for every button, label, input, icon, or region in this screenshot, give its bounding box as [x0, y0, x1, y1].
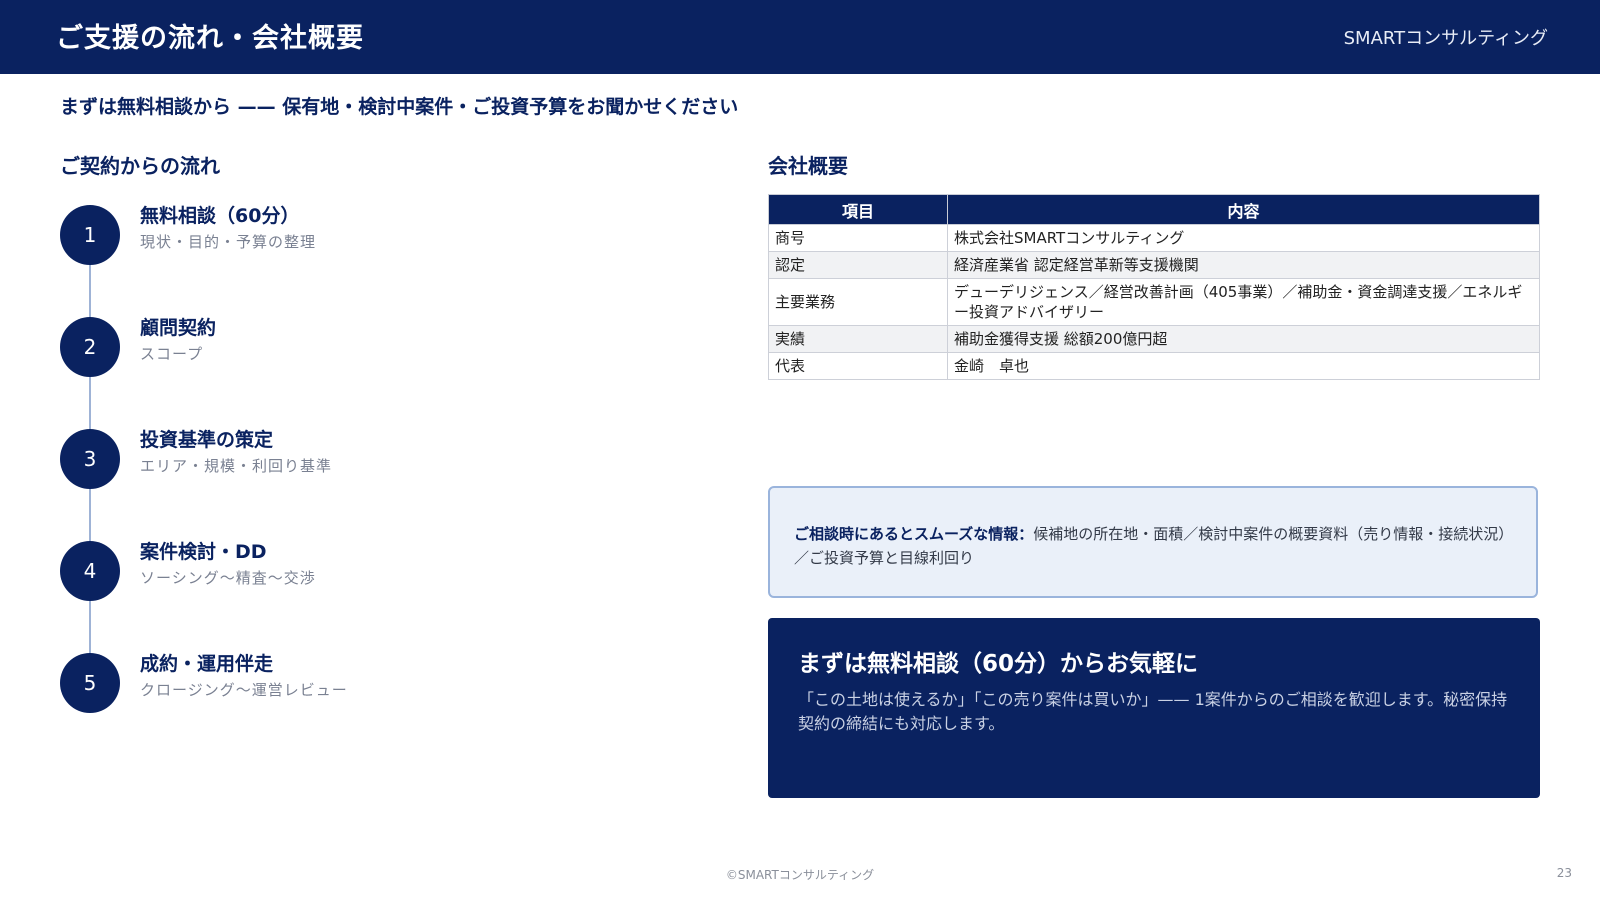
row-value: 金崎 卓也: [947, 352, 1540, 380]
step-number-badge: 3: [60, 429, 120, 489]
slide-subtitle: まずは無料相談から —— 保有地・検討中案件・ご投資予算をお聞かせください: [60, 96, 739, 118]
row-key: 商号: [768, 224, 948, 252]
row-key: 代表: [768, 352, 948, 380]
table-row: 認定 経済産業省 認定経営革新等支援機関: [768, 251, 1540, 279]
row-value: 補助金獲得支援 総額200億円超: [947, 325, 1540, 353]
step-title: 成約・運用伴走: [140, 653, 274, 675]
step-number-badge: 5: [60, 653, 120, 713]
brand-name: SMARTコンサルティング: [1343, 28, 1548, 49]
flow-section-title: ご契約からの流れ: [60, 154, 220, 178]
table-row: 代表 金崎 卓也: [768, 352, 1540, 380]
flow-step: 2 顧問契約 スコープ: [60, 317, 700, 379]
slide-header: ご支援の流れ・会社概要 SMARTコンサルティング: [0, 0, 1600, 74]
info-text: ご相談時にあるとスムーズな情報：候補地の所在地・面積／検討中案件の概要資料（売り…: [794, 522, 1514, 570]
step-number-badge: 4: [60, 541, 120, 601]
table-header-row: 項目 内容: [768, 194, 1540, 225]
cta-panel: まずは無料相談（60分）からお気軽に 「この土地は使えるか」「この売り案件は買い…: [768, 618, 1540, 798]
page-number: 23: [1556, 866, 1572, 880]
table-row: 実績 補助金獲得支援 総額200億円超: [768, 325, 1540, 353]
column-header-content: 内容: [947, 194, 1540, 225]
slide-title: ご支援の流れ・会社概要: [56, 23, 364, 54]
flow-step: 4 案件検討・DD ソーシング〜精査〜交渉: [60, 541, 700, 603]
footer-copyright: ©SMARTコンサルティング: [725, 868, 875, 882]
step-number-badge: 2: [60, 317, 120, 377]
cta-title: まずは無料相談（60分）からお気軽に: [798, 651, 1199, 677]
step-description: 現状・目的・予算の整理: [140, 233, 317, 251]
step-title: 無料相談（60分）: [140, 205, 300, 227]
flow-step: 5 成約・運用伴走 クロージング〜運営レビュー: [60, 653, 700, 715]
step-description: ソーシング〜精査〜交渉: [140, 569, 316, 587]
row-key: 認定: [768, 251, 948, 279]
table-row: 主要業務 デューデリジェンス／経営改善計画（405事業）／補助金・資金調達支援／…: [768, 278, 1540, 326]
row-key: 主要業務: [768, 278, 948, 326]
company-overview-table: 項目 内容 商号 株式会社SMARTコンサルティング 認定 経済産業省 認定経営…: [768, 194, 1540, 380]
step-title: 顧問契約: [140, 317, 217, 339]
info-label: ご相談時にあるとスムーズな情報：: [794, 525, 1034, 543]
row-value: 株式会社SMARTコンサルティング: [947, 224, 1540, 252]
row-value: デューデリジェンス／経営改善計画（405事業）／補助金・資金調達支援／エネルギー…: [947, 278, 1540, 326]
flow-step: 1 無料相談（60分） 現状・目的・予算の整理: [60, 205, 700, 267]
cta-body: 「この土地は使えるか」「この売り案件は買いか」—— 1案件からのご相談を歓迎しま…: [798, 690, 1508, 733]
step-number-badge: 1: [60, 205, 120, 265]
overview-section-title: 会社概要: [768, 154, 848, 178]
step-title: 案件検討・DD: [140, 541, 267, 563]
step-title: 投資基準の策定: [140, 429, 274, 451]
column-header-item: 項目: [768, 194, 948, 225]
row-key: 実績: [768, 325, 948, 353]
step-description: スコープ: [140, 345, 204, 363]
flow-steps: 1 無料相談（60分） 現状・目的・予算の整理 2 顧問契約 スコープ 3 投資…: [60, 205, 700, 725]
table-row: 商号 株式会社SMARTコンサルティング: [768, 224, 1540, 252]
row-value: 経済産業省 認定経営革新等支援機関: [947, 251, 1540, 279]
step-description: エリア・規模・利回り基準: [140, 457, 333, 475]
step-description: クロージング〜運営レビュー: [140, 681, 348, 699]
consultation-info-box: ご相談時にあるとスムーズな情報：候補地の所在地・面積／検討中案件の概要資料（売り…: [768, 486, 1538, 598]
flow-step: 3 投資基準の策定 エリア・規模・利回り基準: [60, 429, 700, 491]
